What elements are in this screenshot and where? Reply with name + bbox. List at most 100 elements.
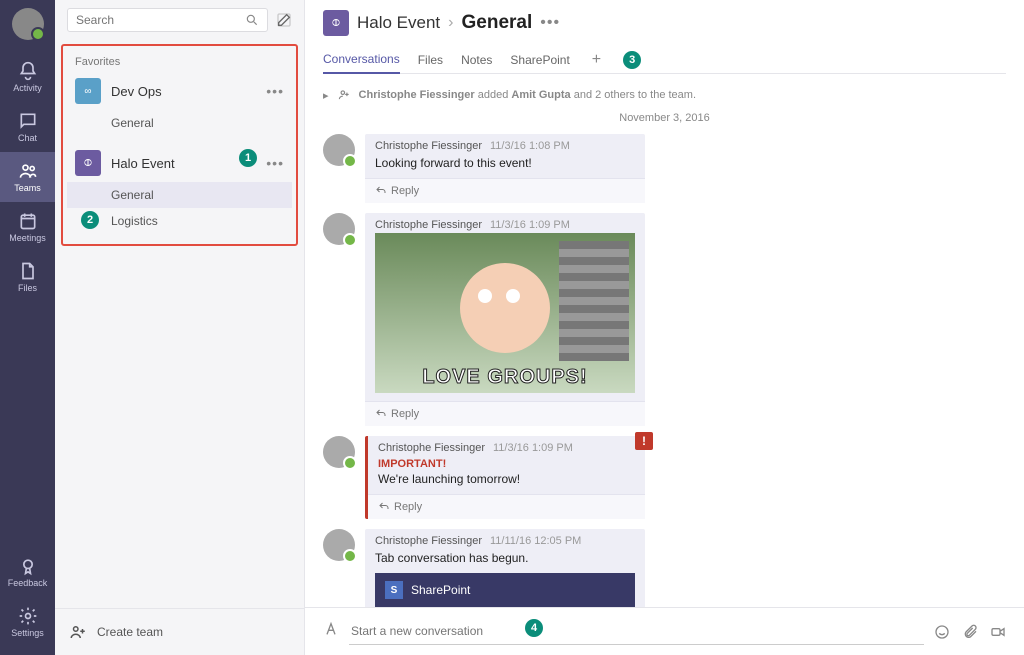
composer-input[interactable] (349, 618, 924, 645)
team-dev-ops[interactable]: ∞ Dev Ops ••• (67, 72, 292, 110)
channel-logistics[interactable]: 2 Logistics (67, 208, 292, 234)
rail-teams-label: Teams (14, 183, 41, 193)
attachment-icon[interactable] (962, 624, 978, 640)
rail-chat-label: Chat (18, 133, 37, 143)
format-icon[interactable] (323, 621, 339, 642)
date-divider: November 3, 2016 (323, 112, 1006, 124)
rail-settings[interactable]: Settings (0, 597, 55, 647)
rail-files-label: Files (18, 283, 37, 293)
gif-caption: LOVE GROUPS! (422, 366, 587, 389)
app-rail: Activity Chat Teams Meetings Files Feedb… (0, 0, 55, 655)
breadcrumb: ⦷ Halo Event › General ••• (323, 10, 1006, 36)
add-tab-icon[interactable]: + (588, 51, 605, 69)
message: Christophe Fiessinger 11/11/16 12:05 PM T… (323, 529, 1006, 607)
sys-target: Amit Gupta (511, 89, 570, 101)
channel-header: ⦷ Halo Event › General ••• Conversations… (305, 0, 1024, 74)
rail-meetings[interactable]: Meetings (0, 202, 55, 252)
message-author: Christophe Fiessinger (378, 442, 485, 454)
team-name: Halo Event (111, 156, 256, 171)
message-avatar[interactable] (323, 529, 355, 561)
meet-now-icon[interactable] (990, 624, 1006, 640)
message-bubble: ! Christophe Fiessinger11/3/16 1:09 PM I… (365, 436, 645, 519)
rail-files[interactable]: Files (0, 252, 55, 302)
message-gif[interactable]: LOVE GROUPS! (375, 233, 635, 393)
message-timestamp: 11/3/16 1:08 PM (490, 140, 570, 152)
message-body: We're launching tomorrow! (368, 470, 645, 494)
search-icon (245, 13, 259, 27)
create-team-label: Create team (97, 625, 163, 639)
channel-general-1[interactable]: General (67, 110, 292, 136)
search-box[interactable] (67, 8, 268, 32)
rail-settings-label: Settings (11, 628, 44, 638)
message-author: Christophe Fiessinger (375, 219, 482, 231)
reply-icon (375, 408, 387, 420)
create-team-button[interactable]: Create team (55, 608, 304, 655)
expand-icon[interactable]: ▸ (323, 89, 329, 102)
message: Christophe Fiessinger11/3/16 1:08 PM Loo… (323, 134, 1006, 203)
composer: 4 (305, 607, 1024, 655)
rail-feedback-label: Feedback (8, 578, 48, 588)
channel-more-icon[interactable]: ••• (540, 14, 560, 32)
reply-icon (378, 501, 390, 513)
reply-button[interactable]: Reply (365, 401, 645, 426)
sys-actor: Christophe Fiessinger (359, 89, 475, 101)
message-bubble: Christophe Fiessinger11/3/16 1:08 PM Loo… (365, 134, 645, 203)
annotation-4: 4 (525, 619, 543, 637)
tab-notes[interactable]: Notes (461, 47, 492, 73)
annotation-1: 1 (239, 149, 257, 167)
search-input[interactable] (76, 13, 245, 27)
rail-feedback[interactable]: Feedback (0, 547, 55, 597)
message-author: Christophe Fiessinger (375, 535, 482, 547)
team-tile-icon: ⦷ (323, 10, 349, 36)
message-avatar[interactable] (323, 436, 355, 468)
teams-panel: Favorites ∞ Dev Ops ••• General ⦷ Halo E… (55, 0, 305, 655)
favorites-label: Favorites (67, 52, 292, 72)
message-important: ! Christophe Fiessinger11/3/16 1:09 PM I… (323, 436, 1006, 519)
message-body: Tab conversation has begun. (365, 549, 645, 573)
message-timestamp: 11/11/16 12:05 PM (490, 535, 581, 547)
compose-icon[interactable] (276, 12, 292, 28)
team-halo-event[interactable]: ⦷ Halo Event 1 ••• (67, 144, 292, 182)
important-label: IMPORTANT! (368, 456, 645, 470)
people-add-icon (337, 88, 351, 102)
rail-meetings-label: Meetings (9, 233, 46, 243)
rail-activity[interactable]: Activity (0, 52, 55, 102)
channel-label: Logistics (111, 214, 158, 228)
rail-chat[interactable]: Chat (0, 102, 55, 152)
sharepoint-label: SharePoint (411, 583, 470, 597)
main-area: ⦷ Halo Event › General ••• Conversations… (305, 0, 1024, 655)
tab-sharepoint[interactable]: SharePoint (510, 47, 569, 73)
team-tile-icon: ⦷ (75, 150, 101, 176)
reply-button[interactable]: Reply (368, 494, 645, 519)
annotation-2: 2 (81, 211, 99, 229)
tab-conversations[interactable]: Conversations (323, 46, 400, 74)
annotation-3: 3 (623, 51, 641, 69)
breadcrumb-team[interactable]: Halo Event (357, 13, 440, 33)
chevron-right-icon: › (448, 14, 453, 32)
message: Christophe Fiessinger 11/3/16 1:09 PM LOV… (323, 213, 1006, 426)
message-avatar[interactable] (323, 134, 355, 166)
team-more-icon[interactable]: ••• (266, 155, 284, 171)
important-flag-icon: ! (635, 432, 653, 450)
user-avatar[interactable] (12, 8, 44, 40)
reply-button[interactable]: Reply (365, 178, 645, 203)
channel-general-2[interactable]: General (67, 182, 292, 208)
create-team-icon (69, 623, 87, 641)
message-avatar[interactable] (323, 213, 355, 245)
message-timestamp: 11/3/16 1:09 PM (493, 442, 573, 454)
rail-teams[interactable]: Teams (0, 152, 55, 202)
tab-files[interactable]: Files (418, 47, 443, 73)
message-timestamp: 11/3/16 1:09 PM (490, 219, 570, 231)
message-feed[interactable]: ▸ Christophe Fiessinger added Amit Gupta… (305, 74, 1024, 607)
message-bubble: Christophe Fiessinger 11/11/16 12:05 PM T… (365, 529, 645, 607)
sharepoint-icon: S (385, 581, 403, 599)
favorites-section: Favorites ∞ Dev Ops ••• General ⦷ Halo E… (61, 44, 298, 246)
message-bubble: Christophe Fiessinger 11/3/16 1:09 PM LOV… (365, 213, 645, 426)
team-more-icon[interactable]: ••• (266, 83, 284, 99)
sharepoint-card[interactable]: S SharePoint (375, 573, 635, 607)
team-tile-icon: ∞ (75, 78, 101, 104)
reply-icon (375, 185, 387, 197)
rail-activity-label: Activity (13, 83, 42, 93)
emoji-icon[interactable] (934, 624, 950, 640)
team-name: Dev Ops (111, 84, 256, 99)
